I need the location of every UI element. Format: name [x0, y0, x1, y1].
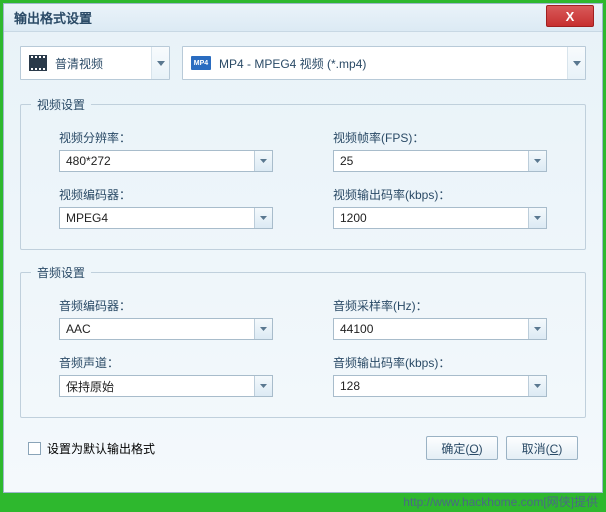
default-format-label: 设置为默认输出格式	[47, 440, 155, 457]
cancel-button[interactable]: 取消(C)	[506, 436, 578, 460]
audio-encoder-field: 音频编码器： AAC	[59, 297, 273, 340]
chevron-down-icon	[254, 376, 272, 396]
content-area: 普清视频 MP4 MP4 - MPEG4 视频 (*.mp4) 视频设置 视频分…	[4, 32, 602, 470]
audio-encoder-label: 音频编码器：	[59, 297, 273, 314]
film-icon	[29, 55, 47, 71]
close-icon: X	[566, 9, 575, 24]
chevron-down-icon	[151, 47, 169, 79]
audio-settings-legend: 音频设置	[31, 264, 91, 281]
audio-encoder-combo[interactable]: AAC	[59, 318, 273, 340]
window-title: 输出格式设置	[14, 8, 92, 27]
video-encoder-label: 视频编码器：	[59, 186, 273, 203]
format-value: MP4 - MPEG4 视频 (*.mp4)	[219, 55, 577, 72]
video-resolution-label: 视频分辨率：	[59, 129, 273, 146]
chevron-down-icon	[254, 208, 272, 228]
mp4-icon: MP4	[191, 56, 211, 70]
video-resolution-combo[interactable]: 480*272	[59, 150, 273, 172]
format-dropdown[interactable]: MP4 MP4 - MPEG4 视频 (*.mp4)	[182, 46, 586, 80]
default-format-checkbox[interactable]: 设置为默认输出格式	[28, 440, 155, 457]
audio-bitrate-field: 音频输出码率(kbps)： 128	[333, 354, 547, 397]
chevron-down-icon	[528, 319, 546, 339]
audio-settings-group: 音频设置 音频编码器： AAC 音频采样率(Hz)： 44100	[20, 264, 586, 418]
audio-channel-combo[interactable]: 保持原始	[59, 375, 273, 397]
video-encoder-combo[interactable]: MPEG4	[59, 207, 273, 229]
bottom-row: 设置为默认输出格式 确定(O) 取消(C)	[20, 432, 586, 460]
checkbox-box	[28, 442, 41, 455]
chevron-down-icon	[254, 151, 272, 171]
close-button[interactable]: X	[546, 5, 594, 27]
video-fps-combo[interactable]: 25	[333, 150, 547, 172]
chevron-down-icon	[528, 151, 546, 171]
video-bitrate-field: 视频输出码率(kbps)： 1200	[333, 186, 547, 229]
video-bitrate-combo[interactable]: 1200	[333, 207, 547, 229]
chevron-down-icon	[528, 376, 546, 396]
audio-samplerate-label: 音频采样率(Hz)：	[333, 297, 547, 314]
audio-channel-field: 音频声道： 保持原始	[59, 354, 273, 397]
video-fps-label: 视频帧率(FPS)：	[333, 129, 547, 146]
format-selection-row: 普清视频 MP4 MP4 - MPEG4 视频 (*.mp4)	[20, 46, 586, 80]
audio-samplerate-combo[interactable]: 44100	[333, 318, 547, 340]
audio-samplerate-field: 音频采样率(Hz)： 44100	[333, 297, 547, 340]
titlebar: 输出格式设置 X	[4, 4, 602, 32]
footer-attribution: http://www.hackhome.com[网侠]提供	[403, 493, 598, 510]
audio-channel-label: 音频声道：	[59, 354, 273, 371]
video-resolution-field: 视频分辨率： 480*272	[59, 129, 273, 172]
video-fps-field: 视频帧率(FPS)： 25	[333, 129, 547, 172]
video-settings-legend: 视频设置	[31, 96, 91, 113]
chevron-down-icon	[254, 319, 272, 339]
chevron-down-icon	[528, 208, 546, 228]
category-dropdown[interactable]: 普清视频	[20, 46, 170, 80]
video-encoder-field: 视频编码器： MPEG4	[59, 186, 273, 229]
audio-bitrate-combo[interactable]: 128	[333, 375, 547, 397]
dialog-window: 输出格式设置 X 普清视频 MP4 MP4 - MPEG4 视频 (*.mp4)…	[3, 3, 603, 493]
video-bitrate-label: 视频输出码率(kbps)：	[333, 186, 547, 203]
ok-button[interactable]: 确定(O)	[426, 436, 498, 460]
chevron-down-icon	[567, 47, 585, 79]
audio-bitrate-label: 音频输出码率(kbps)：	[333, 354, 547, 371]
video-settings-group: 视频设置 视频分辨率： 480*272 视频帧率(FPS)： 25	[20, 96, 586, 250]
category-value: 普清视频	[55, 55, 161, 72]
